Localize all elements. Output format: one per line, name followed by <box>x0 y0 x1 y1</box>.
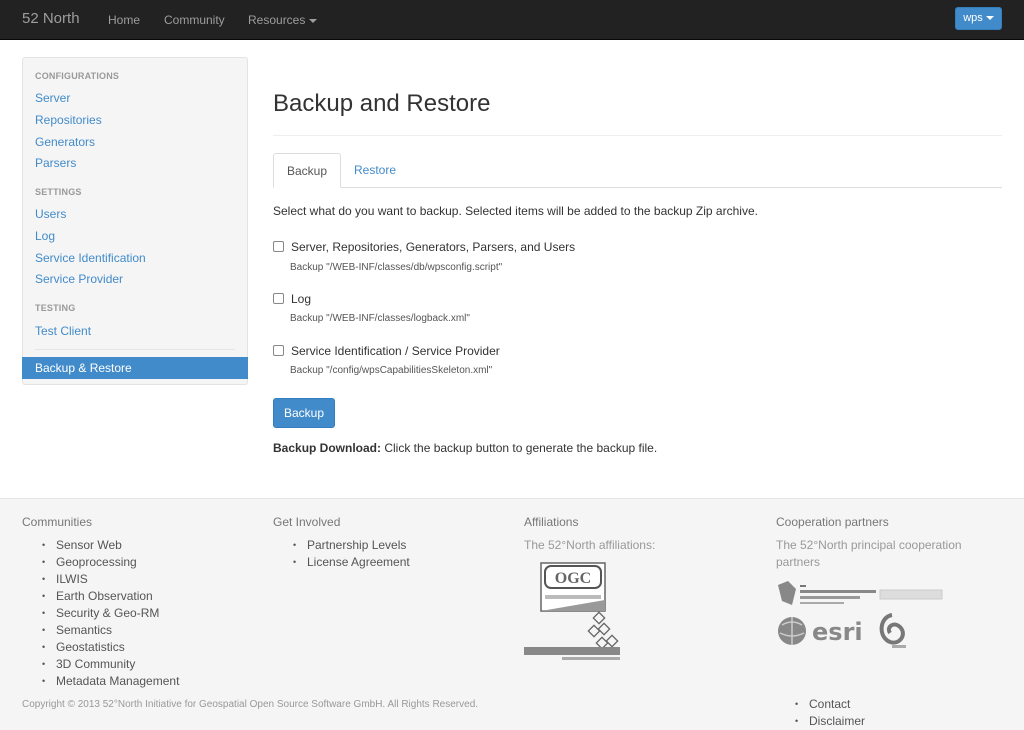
footer-copyright: Copyright © 2013 52°North Initiative for… <box>22 699 479 710</box>
sidebar-header-testing: TESTING <box>35 303 76 313</box>
sidebar: CONFIGURATIONS Server Repositories Gener… <box>22 57 248 385</box>
sidebar-item-server[interactable]: Server <box>35 91 70 105</box>
sidebar-divider <box>35 349 235 350</box>
footer-link-3d-community[interactable]: 3D Community <box>42 656 179 673</box>
svg-text:OGC: OGC <box>555 570 591 587</box>
option-log-checkbox[interactable] <box>273 293 284 304</box>
footer-communities-list: Sensor Web Geoprocessing ILWIS Earth Obs… <box>42 537 179 690</box>
sidebar-item-generators[interactable]: Generators <box>35 135 95 149</box>
footer-affiliations-title: Affiliations <box>524 515 579 529</box>
footer: Communities Sensor Web Geoprocessing ILW… <box>0 498 1024 730</box>
footer-link-sensor-web[interactable]: Sensor Web <box>42 537 179 554</box>
option-server-note: Backup "/WEB-INF/classes/db/wpsconfig.sc… <box>290 262 503 273</box>
footer-link-geoprocessing[interactable]: Geoprocessing <box>42 554 179 571</box>
sidebar-item-repositories[interactable]: Repositories <box>35 113 102 127</box>
backup-download-label: Backup Download: <box>273 441 382 455</box>
sidebar-item-test-client[interactable]: Test Client <box>35 324 91 338</box>
option-server-checkbox[interactable] <box>273 241 284 252</box>
backup-download-message: Click the backup button to generate the … <box>381 441 658 455</box>
partner-swirl-logo[interactable] <box>874 611 910 651</box>
nav-resources-label: Resources <box>248 13 306 27</box>
chevron-down-icon <box>309 18 318 23</box>
option-service-row: Service Identification / Service Provide… <box>273 344 500 358</box>
sensor-web-alliance-logo[interactable] <box>522 611 622 663</box>
option-log-row: Log <box>273 292 311 306</box>
backup-button[interactable]: Backup <box>273 398 335 428</box>
footer-link-security-geo-rm[interactable]: Security & Geo-RM <box>42 605 179 622</box>
nav-community[interactable]: Community <box>164 13 225 27</box>
footer-communities-title: Communities <box>22 515 93 529</box>
user-menu-button[interactable]: wps <box>955 7 1002 30</box>
brand-link[interactable]: 52 North <box>22 10 80 27</box>
nav-resources[interactable]: Resources <box>248 13 318 27</box>
sidebar-item-backup-restore[interactable]: Backup & Restore <box>22 357 248 379</box>
option-server-label[interactable]: Server, Repositories, Generators, Parser… <box>291 240 575 254</box>
footer-get-involved-list: Partnership Levels License Agreement <box>293 537 410 571</box>
nav-home[interactable]: Home <box>108 13 140 27</box>
ogc-logo[interactable]: OGC <box>540 562 606 612</box>
option-service-checkbox[interactable] <box>273 345 284 356</box>
footer-affiliations-text: The 52°North affiliations: <box>524 538 656 552</box>
title-divider <box>273 135 1002 136</box>
top-navbar: 52 North Home Community Resources wps <box>0 0 1024 40</box>
footer-link-partnership-levels[interactable]: Partnership Levels <box>293 537 410 554</box>
footer-legal-links: Contact Disclaimer <box>795 696 865 730</box>
footer-link-license-agreement[interactable]: License Agreement <box>293 554 410 571</box>
footer-link-ilwis[interactable]: ILWIS <box>42 571 179 588</box>
footer-link-geostatistics[interactable]: Geostatistics <box>42 639 179 656</box>
page-title: Backup and Restore <box>273 90 491 117</box>
sidebar-item-service-identification[interactable]: Service Identification <box>35 251 146 265</box>
footer-link-disclaimer[interactable]: Disclaimer <box>795 713 865 730</box>
footer-partners-text: The 52°North principal cooperation partn… <box>776 538 962 569</box>
sidebar-item-parsers[interactable]: Parsers <box>35 156 76 170</box>
sidebar-item-users[interactable]: Users <box>35 207 66 221</box>
option-service-label[interactable]: Service Identification / Service Provide… <box>291 344 500 358</box>
backup-download-text: Backup Download: Click the backup button… <box>273 441 657 455</box>
option-service-note: Backup "/config/wpsCapabilitiesSkeleton.… <box>290 365 493 376</box>
sidebar-header-configurations: CONFIGURATIONS <box>35 71 120 81</box>
sidebar-item-service-provider[interactable]: Service Provider <box>35 272 123 286</box>
svg-text:esri: esri <box>812 618 863 646</box>
tab-restore[interactable]: Restore <box>341 153 409 188</box>
backup-intro-text: Select what do you want to backup. Selec… <box>273 204 758 218</box>
footer-get-involved-title: Get Involved <box>273 515 341 529</box>
footer-partners-title: Cooperation partners <box>776 515 889 529</box>
option-log-label[interactable]: Log <box>291 292 311 306</box>
footer-link-semantics[interactable]: Semantics <box>42 622 179 639</box>
tab-backup[interactable]: Backup <box>273 153 342 188</box>
footer-link-earth-observation[interactable]: Earth Observation <box>42 588 179 605</box>
option-server-row: Server, Repositories, Generators, Parser… <box>273 240 575 254</box>
itc-logo[interactable] <box>776 579 946 609</box>
sidebar-item-log[interactable]: Log <box>35 229 55 243</box>
user-menu-label: wps <box>963 12 983 24</box>
sidebar-header-settings: SETTINGS <box>35 187 82 197</box>
footer-link-metadata-management[interactable]: Metadata Management <box>42 673 179 690</box>
footer-link-contact[interactable]: Contact <box>795 696 865 713</box>
chevron-down-icon <box>985 16 994 21</box>
esri-logo[interactable]: esri <box>776 613 872 649</box>
option-log-note: Backup "/WEB-INF/classes/logback.xml" <box>290 313 470 324</box>
